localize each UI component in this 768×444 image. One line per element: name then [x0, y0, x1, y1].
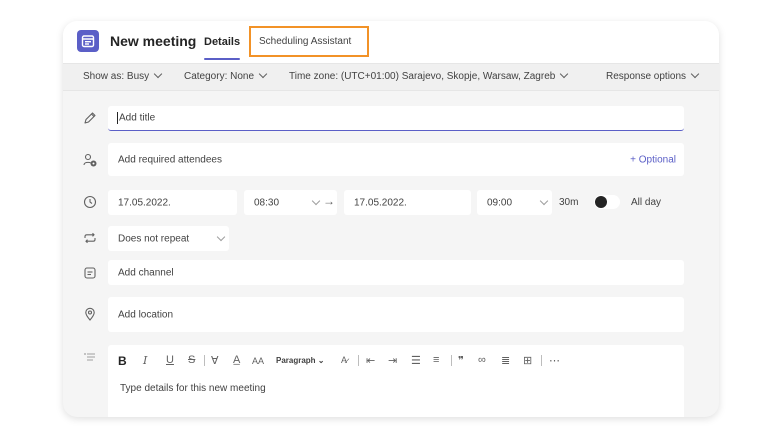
bold-icon[interactable]: B — [118, 354, 127, 368]
chevron-down-icon — [560, 69, 569, 79]
all-day-toggle[interactable] — [594, 195, 620, 209]
font-color-icon[interactable]: A̲ — [233, 354, 240, 366]
quote-icon[interactable]: ❞ — [458, 354, 464, 367]
chevron-down-icon — [153, 69, 163, 79]
more-options-icon[interactable]: ⋯ — [549, 354, 560, 367]
end-date-value: 17.05.2022. — [354, 197, 407, 208]
tab-details[interactable]: Details — [204, 36, 240, 48]
repeat-value: Does not repeat — [118, 233, 190, 244]
link-icon[interactable]: ∞ — [478, 354, 486, 366]
end-date-picker[interactable]: 17.05.2022. — [344, 190, 471, 215]
arrow-right-icon: → — [323, 194, 335, 208]
end-time-value: 09:00 — [487, 197, 513, 208]
page-title: New meeting — [110, 33, 197, 49]
category-label: Category: None — [184, 71, 255, 82]
location-input[interactable]: Add location — [108, 297, 684, 332]
end-time-dropdown[interactable]: 09:00 — [477, 190, 552, 215]
numbered-list-icon[interactable]: ≡ — [433, 354, 439, 366]
attendees-placeholder: Add required attendees — [118, 154, 222, 165]
font-size-icon[interactable]: AA — [252, 356, 264, 366]
clock-icon — [82, 194, 98, 210]
start-time-value: 08:30 — [254, 197, 280, 208]
response-options-label: Response options — [606, 71, 687, 82]
title-placeholder: Add title — [119, 112, 156, 124]
text-details-icon — [82, 350, 98, 366]
pencil-icon — [82, 110, 98, 126]
meeting-details-editor[interactable]: B I U S ∀ A̲ AA Paragraph ⌄ A̷ ⇤ ⇥ ☰ ≡ ❞… — [108, 345, 684, 417]
show-as-dropdown[interactable]: Show as: Busy — [83, 69, 163, 82]
underline-icon[interactable]: U — [166, 354, 174, 366]
new-meeting-window: New meeting Details Scheduling Assistant… — [63, 21, 719, 417]
chevron-down-icon — [311, 196, 321, 206]
meeting-header: New meeting Details Scheduling Assistant — [63, 21, 719, 63]
italic-icon[interactable]: I — [143, 354, 147, 367]
start-date-picker[interactable]: 17.05.2022. — [108, 190, 237, 215]
time-zone-dropdown[interactable]: Time zone: (UTC+01:00) Sarajevo, Skopje,… — [289, 69, 569, 82]
decrease-indent-icon[interactable]: ⇤ — [366, 354, 375, 367]
location-icon — [82, 306, 98, 322]
repeat-dropdown[interactable]: Does not repeat — [108, 226, 229, 251]
toolbar-divider — [451, 355, 452, 366]
table-icon[interactable]: ⊞ — [523, 354, 532, 367]
calendar-icon — [77, 30, 99, 52]
toolbar-divider — [358, 355, 359, 366]
tab-scheduling-assistant[interactable]: Scheduling Assistant — [249, 26, 369, 57]
highlight-icon[interactable]: ∀ — [211, 354, 219, 367]
location-placeholder: Add location — [118, 309, 174, 320]
category-dropdown[interactable]: Category: None — [184, 69, 268, 82]
start-date-value: 17.05.2022. — [118, 197, 171, 208]
strikethrough-icon[interactable]: S — [188, 354, 195, 366]
toolbar-divider — [204, 355, 205, 366]
toggle-knob — [595, 196, 607, 208]
paragraph-style-dropdown[interactable]: Paragraph ⌄ — [276, 356, 325, 365]
toolbar-divider — [541, 355, 542, 366]
text-cursor — [117, 112, 118, 124]
channel-input[interactable]: Add channel — [108, 260, 684, 285]
chevron-down-icon — [539, 196, 549, 206]
duration-label: 30m — [559, 197, 579, 208]
meeting-options-bar: Show as: Busy Category: None Time zone: … — [63, 63, 719, 91]
increase-indent-icon[interactable]: ⇥ — [388, 354, 397, 367]
bulleted-list-icon[interactable]: ☰ — [411, 354, 421, 367]
channel-icon — [82, 265, 98, 281]
time-zone-label: Time zone: (UTC+01:00) Sarajevo, Skopje,… — [289, 71, 556, 82]
add-optional-attendees-link[interactable]: + Optional — [630, 154, 676, 165]
selected-tab-indicator — [204, 58, 240, 60]
channel-placeholder: Add channel — [118, 267, 174, 278]
attendees-input[interactable]: Add required attendees + Optional — [108, 143, 684, 176]
title-input[interactable]: Add title — [108, 106, 684, 131]
clear-formatting-icon[interactable]: A̷ — [341, 355, 347, 365]
chevron-down-icon — [258, 69, 268, 79]
repeat-icon — [82, 230, 98, 246]
add-attendees-icon — [82, 152, 98, 168]
response-options-dropdown[interactable]: Response options — [606, 69, 700, 82]
show-as-label: Show as: Busy — [83, 71, 150, 82]
chevron-down-icon — [216, 232, 226, 242]
horizontal-rule-icon[interactable]: ≣ — [501, 354, 510, 367]
paragraph-style-label: Paragraph — [276, 356, 316, 365]
chevron-down-icon — [690, 69, 700, 79]
details-placeholder: Type details for this new meeting — [120, 383, 266, 394]
all-day-label: All day — [631, 197, 662, 208]
